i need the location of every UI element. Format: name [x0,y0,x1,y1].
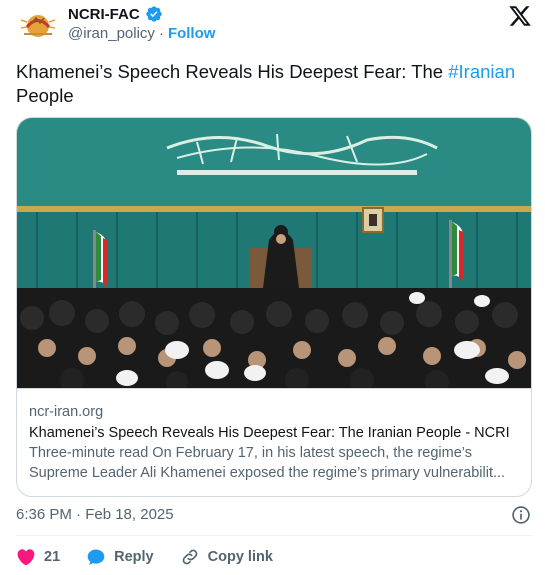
card-image[interactable] [17,118,531,388]
divider [16,535,532,536]
reply-button[interactable]: Reply [86,547,154,567]
reply-bubble-icon [87,549,105,565]
info-icon[interactable] [511,505,531,525]
link-preview-card[interactable]: ncr-iran.org Khamenei’s Speech Reveals H… [16,117,532,497]
author-handle[interactable]: @iran_policy [68,25,155,42]
heart-icon [17,549,35,566]
tweet-header: NCRI-FAC @iran_policy · Follow [16,4,532,44]
like-count: 21 [44,549,61,565]
reply-label: Reply [114,549,154,565]
verified-badge-icon [145,6,162,22]
card-info: ncr-iran.org Khamenei’s Speech Reveals H… [17,388,531,496]
card-domain: ncr-iran.org [29,404,104,420]
hashtag-link[interactable]: #Iranian [448,61,515,82]
card-description-line-2: Supreme Leader Ali Khamenei exposed the … [29,465,506,481]
card-title[interactable]: Khamenei’s Speech Reveals His Deepest Fe… [29,423,519,443]
x-logo-icon[interactable] [508,4,532,28]
tweet-text-main: Khamenei’s Speech Reveals His Deepest Fe… [16,61,449,82]
follow-button[interactable]: Follow [168,25,216,42]
tweet-timestamp[interactable]: 6:36 PM · Feb 18, 2025 [16,506,174,523]
separator-dot: · [158,25,164,42]
copy-link-label: Copy link [207,549,273,565]
copy-link-button[interactable]: Copy link [180,547,273,567]
author-name[interactable]: NCRI-FAC [68,6,140,23]
author-handle-row: @iran_policy · Follow [68,25,215,42]
author-name-row: NCRI-FAC [68,5,163,23]
link-icon [182,549,197,565]
like-button[interactable]: 21 [16,547,60,567]
card-description-line-1: Three-minute read On February 17, in his… [29,445,473,461]
tweet-text-end: People [16,85,74,106]
tweet-actions: 21 Reply Copy link [16,545,299,569]
ncri-logo-avatar[interactable] [18,6,58,42]
tweet-text: Khamenei’s Speech Reveals His Deepest Fe… [16,60,532,108]
card-description: Three-minute read On February 17, in his… [29,443,519,483]
